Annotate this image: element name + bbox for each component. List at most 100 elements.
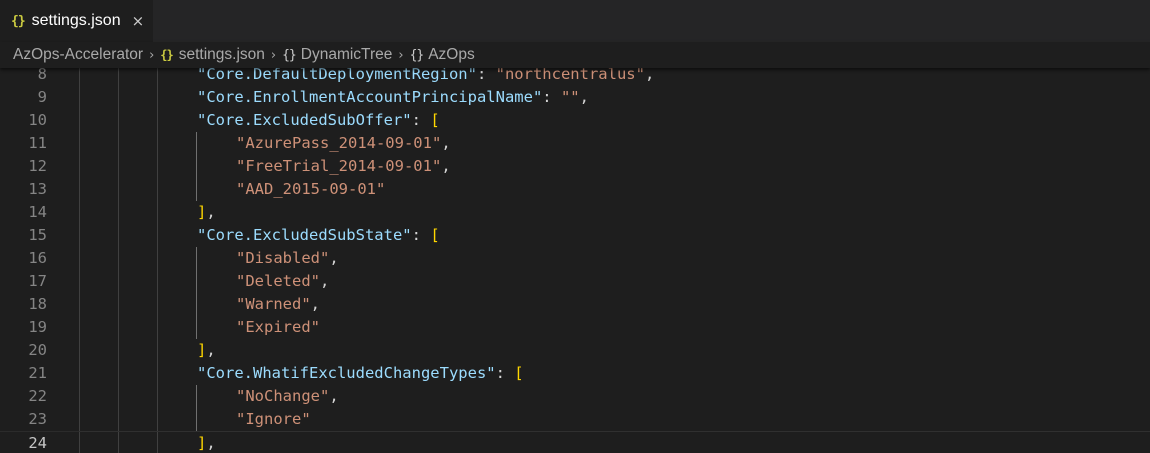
code-text: "Ignore" bbox=[236, 408, 311, 431]
token-punc: , bbox=[310, 295, 320, 313]
code-line[interactable]: 13 "AAD_2015-09-01" bbox=[0, 178, 1150, 201]
code-line[interactable]: 19 "Expired" bbox=[0, 316, 1150, 339]
code-line[interactable]: 16 "Disabled", bbox=[0, 247, 1150, 270]
current-line-highlight bbox=[79, 431, 1150, 453]
indent-guide bbox=[157, 293, 158, 316]
breadcrumb-item-settings-json[interactable]: {} settings.json bbox=[160, 46, 265, 64]
json-file-icon: {} bbox=[160, 48, 173, 62]
token-punc: , bbox=[206, 341, 216, 359]
code-editor[interactable]: 8 "Core.DefaultDeploymentRegion": "northc… bbox=[0, 62, 1150, 453]
token-punc: : bbox=[542, 88, 561, 106]
token-str: "Deleted" bbox=[236, 272, 320, 290]
indent-guide bbox=[79, 178, 80, 201]
token-punc: , bbox=[441, 134, 451, 152]
indent-guide bbox=[196, 408, 197, 431]
chevron-right-icon: › bbox=[398, 47, 404, 63]
indent-guide bbox=[118, 385, 119, 408]
indent-guide bbox=[79, 109, 80, 132]
code-line[interactable]: 21 "Core.WhatifExcludedChangeTypes": [ bbox=[0, 362, 1150, 385]
line-number: 24 bbox=[28, 434, 47, 452]
indent-guide bbox=[157, 270, 158, 293]
token-brk: ] bbox=[197, 341, 207, 359]
indent-guide bbox=[118, 362, 119, 385]
token-str: "Disabled" bbox=[236, 249, 330, 267]
code-text: "Warned", bbox=[236, 293, 320, 316]
token-str: "AAD_2015-09-01" bbox=[236, 180, 386, 198]
indent-guide bbox=[157, 224, 158, 247]
indent-guide bbox=[79, 293, 80, 316]
code-text: "Core.ExcludedSubOffer": [ bbox=[197, 109, 440, 132]
code-text: ], bbox=[197, 339, 216, 362]
code-line[interactable]: 18 "Warned", bbox=[0, 293, 1150, 316]
code-line[interactable]: 22 "NoChange", bbox=[0, 385, 1150, 408]
code-text: "Expired" bbox=[236, 316, 320, 339]
line-number: 11 bbox=[28, 134, 47, 152]
token-key: "Core.EnrollmentAccountPrincipalName" bbox=[197, 88, 543, 106]
tab-bar: {} settings.json × bbox=[0, 0, 1150, 42]
indent-guide bbox=[157, 408, 158, 431]
indent-guide bbox=[157, 362, 158, 385]
tab-label: settings.json bbox=[31, 12, 121, 29]
indent-guide bbox=[79, 247, 80, 270]
indent-guide bbox=[157, 247, 158, 270]
breadcrumb-label: AzOps bbox=[428, 46, 475, 63]
code-line[interactable]: 11 "AzurePass_2014-09-01", bbox=[0, 132, 1150, 155]
code-line[interactable]: 9 "Core.EnrollmentAccountPrincipalName": … bbox=[0, 86, 1150, 109]
indent-guide bbox=[118, 293, 119, 316]
line-number: 17 bbox=[28, 272, 47, 290]
indent-guide bbox=[118, 247, 119, 270]
indent-guide bbox=[196, 178, 197, 201]
indent-guide bbox=[157, 178, 158, 201]
code-line[interactable]: 10 "Core.ExcludedSubOffer": [ bbox=[0, 109, 1150, 132]
tab-settings-json[interactable]: {} settings.json × bbox=[0, 0, 153, 42]
indent-guide bbox=[157, 432, 158, 453]
line-number: 9 bbox=[37, 88, 47, 106]
indent-guide bbox=[118, 109, 119, 132]
breadcrumb-label: settings.json bbox=[178, 46, 265, 63]
indent-guide bbox=[157, 316, 158, 339]
code-line[interactable]: 23 "Ignore" bbox=[0, 408, 1150, 431]
chevron-right-icon: › bbox=[270, 47, 277, 63]
indent-guide bbox=[196, 132, 197, 155]
code-line[interactable]: 24], bbox=[0, 431, 1150, 453]
indent-guide bbox=[118, 86, 119, 109]
token-key: "Core.ExcludedSubOffer" bbox=[197, 111, 412, 129]
json-file-icon: {} bbox=[11, 13, 26, 29]
indent-guide bbox=[157, 385, 158, 408]
line-number: 13 bbox=[28, 180, 47, 198]
indent-guide bbox=[79, 224, 80, 247]
indent-guide bbox=[157, 339, 158, 362]
code-line[interactable]: 14], bbox=[0, 201, 1150, 224]
line-number: 21 bbox=[28, 364, 47, 382]
breadcrumb: AzOps-Accelerator › {} settings.json › {}… bbox=[0, 42, 1150, 68]
code-line[interactable]: 12 "FreeTrial_2014-09-01", bbox=[0, 155, 1150, 178]
line-number: 16 bbox=[28, 249, 47, 267]
code-line[interactable]: 17 "Deleted", bbox=[0, 270, 1150, 293]
token-punc: , bbox=[320, 272, 330, 290]
token-punc: , bbox=[441, 157, 451, 175]
breadcrumb-item-azops[interactable]: {} AzOps bbox=[410, 46, 475, 64]
indent-guide bbox=[79, 362, 80, 385]
line-number: 14 bbox=[28, 203, 47, 221]
breadcrumb-item-azops-accelerator[interactable]: AzOps-Accelerator bbox=[13, 46, 143, 64]
close-icon[interactable]: × bbox=[132, 12, 145, 30]
token-brk: ] bbox=[197, 434, 207, 452]
indent-guide bbox=[157, 155, 158, 178]
code-text: ], bbox=[197, 201, 216, 224]
breadcrumb-item-dynamictree[interactable]: {} DynamicTree bbox=[282, 46, 392, 64]
indent-guide bbox=[157, 201, 158, 224]
token-punc: : bbox=[411, 226, 431, 244]
indent-guide bbox=[196, 155, 197, 178]
token-str: "Expired" bbox=[236, 318, 320, 336]
code-line[interactable]: 20], bbox=[0, 339, 1150, 362]
indent-guide bbox=[79, 270, 80, 293]
token-punc: , bbox=[329, 387, 339, 405]
indent-guide bbox=[118, 408, 119, 431]
token-punc: , bbox=[206, 203, 216, 221]
code-line[interactable]: 15 "Core.ExcludedSubState": [ bbox=[0, 224, 1150, 247]
indent-guide bbox=[118, 270, 119, 293]
token-str: "FreeTrial_2014-09-01" bbox=[236, 157, 442, 175]
code-text: "Deleted", bbox=[236, 270, 329, 293]
indent-guide bbox=[79, 86, 80, 109]
line-number: 22 bbox=[28, 387, 47, 405]
